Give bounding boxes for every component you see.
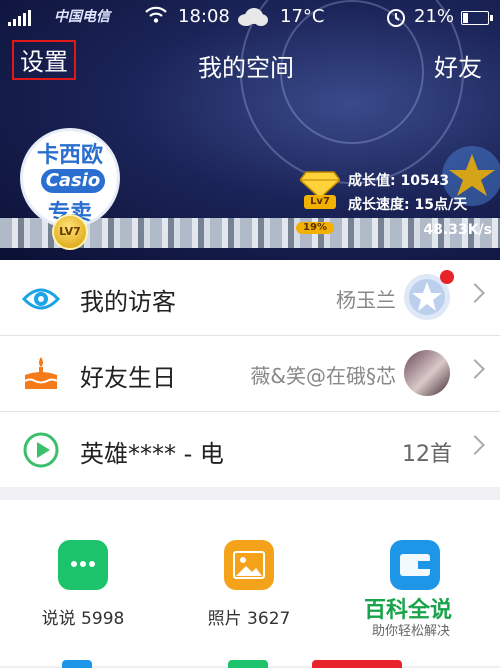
peek-icon-next-row (312, 660, 402, 668)
grid-item-shuoshuo[interactable]: 说说 5998 (0, 500, 166, 668)
list-item-label: 英雄**** - 电 (80, 440, 224, 468)
grid-item-photos[interactable]: 照片 3627 (166, 500, 332, 668)
battery-icon (461, 11, 493, 25)
play-icon (22, 431, 60, 469)
chevron-right-icon (465, 283, 485, 303)
eye-icon (21, 279, 61, 317)
signal-icon (8, 10, 31, 26)
list-item-value: 杨玉兰 (336, 288, 396, 312)
cake-icon (22, 355, 60, 393)
list-item-birthdays[interactable]: 好友生日 薇&笑@在硪§芯 (0, 336, 500, 412)
level-badge: LV7 (52, 214, 88, 250)
chevron-right-icon (465, 435, 485, 455)
battery-percentage: 21% (414, 6, 455, 27)
cloud-icon (236, 8, 268, 26)
feature-grid: 说说 5998 照片 3627 百科全说 助你轻松解决 (0, 500, 500, 668)
list-item-value: 薇&笑@在硪§芯 (250, 364, 396, 388)
friends-button[interactable]: 好友 (434, 48, 482, 83)
list-item-value: 12首 (402, 442, 452, 467)
avatar-text-brand: Casio (41, 169, 105, 193)
friend-avatar (404, 350, 450, 396)
carrier-name: 中国电信 (54, 9, 110, 25)
network-speed: 48.33K/s (423, 222, 492, 238)
status-time: 18:08 (178, 6, 230, 27)
list-item-label: 我的访客 (80, 288, 176, 316)
status-bar: 中国电信 18:08 17°C 21% (0, 0, 500, 34)
avatar-text-top: 卡西欧 (36, 143, 103, 168)
photo-icon (224, 540, 274, 590)
profile-header: 中国电信 18:08 17°C 21% 设置 我的空间 好友 卡西欧 Casio… (0, 0, 500, 260)
battery-fill (463, 13, 468, 23)
list-item-music[interactable]: 英雄**** - 电 12首 (0, 412, 500, 487)
growth-speed: 成长速度: 15点/天 (348, 197, 468, 213)
growth-value: 成长值: 10543 (348, 173, 450, 189)
grid-item-label: 说说 5998 (41, 609, 125, 629)
notification-dot (440, 270, 454, 284)
feature-list: 我的访客 杨玉兰 好友生日 薇&笑@在硪§芯 英雄**** - 电 12首 (0, 260, 500, 487)
watermark-subtitle: 助你轻松解决 (372, 624, 451, 639)
settings-button[interactable]: 设置 (12, 40, 76, 80)
gem-level-tag: Lv7 (304, 195, 336, 209)
list-item-label: 好友生日 (80, 364, 176, 392)
chat-bubble-icon (58, 540, 108, 590)
peek-icon-next-row (62, 660, 92, 668)
list-item-visitors[interactable]: 我的访客 杨玉兰 (0, 260, 500, 336)
avatar[interactable]: 卡西欧 Casio 专卖 (20, 128, 120, 228)
grid-item-wallet[interactable] (312, 500, 498, 668)
progress-percent: 19% (296, 222, 334, 234)
grid-item-label: 照片 3627 (207, 609, 291, 629)
peek-icon-next-row (228, 660, 268, 668)
page-title: 我的空间 (198, 54, 294, 82)
chevron-right-icon (465, 359, 485, 379)
rotation-lock-icon (386, 8, 406, 33)
wallet-icon (390, 540, 440, 590)
wifi-icon (145, 6, 167, 29)
status-temperature: 17°C (280, 6, 325, 27)
